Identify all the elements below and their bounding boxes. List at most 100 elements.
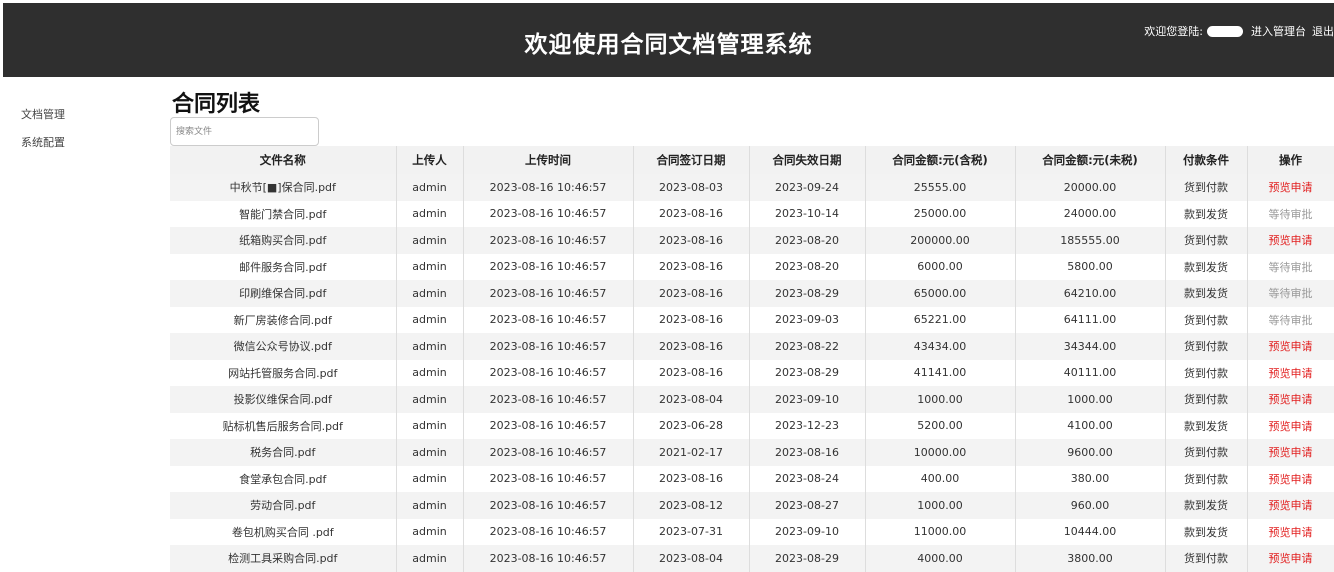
col-upload-time: 2023-08-16 10:46:57 [463, 412, 634, 439]
col-amount-notax: 20000.00 [1015, 174, 1166, 201]
col-expire-date: 2023-08-29 [749, 545, 866, 572]
col-filename: 纸箱购买合同.pdf [170, 227, 397, 254]
col-payment-terms: 货到付款 [1165, 306, 1248, 333]
preview-request-link[interactable]: 预览申请 [1247, 174, 1334, 201]
pending-approval-status: 等待审批 [1247, 280, 1334, 307]
col-upload-time: 2023-08-16 10:46:57 [463, 174, 634, 201]
col-amount-notax: 24000.00 [1015, 200, 1166, 227]
col-uploader: admin [396, 412, 464, 439]
col-amount-tax: 25000.00 [865, 200, 1016, 227]
col-amount-tax: 25555.00 [865, 174, 1016, 201]
col-amount-notax: 380.00 [1015, 465, 1166, 492]
col-payment-terms: 货到付款 [1165, 174, 1248, 201]
col-sign-date: 2023-07-31 [633, 518, 750, 545]
col-filename: 邮件服务合同.pdf [170, 253, 397, 280]
preview-request-link[interactable]: 预览申请 [1247, 333, 1334, 360]
col-amount-notax: 64210.00 [1015, 280, 1166, 307]
preview-request-link[interactable]: 预览申请 [1247, 359, 1334, 386]
col-expire-date: 2023-08-24 [749, 465, 866, 492]
col-upload-time: 2023-08-16 10:46:57 [463, 280, 634, 307]
sidebar-item-settings[interactable]: 系统配置 [21, 134, 65, 150]
col-upload-time: 2023-08-16 10:46:57 [463, 465, 634, 492]
col-amount-tax: 1000.00 [865, 492, 1016, 519]
col-amount-tax: 1000.00 [865, 386, 1016, 413]
col-sign-date: 2023-08-16 [633, 227, 750, 254]
col-uploader: admin [396, 359, 464, 386]
header-bar: 欢迎使用合同文档管理系统 欢迎您登陆: 进入管理台 退出 [3, 3, 1334, 77]
col-upload-time: 2023-08-16 10:46:57 [463, 545, 634, 572]
col-sign-date: 2021-02-17 [633, 439, 750, 466]
col-amount-notax: 10444.00 [1015, 518, 1166, 545]
preview-request-link[interactable]: 预览申请 [1247, 386, 1334, 413]
col-upload-time: 2023-08-16 10:46:57 [463, 386, 634, 413]
col-upload-time: 2023-08-16 10:46:57 [463, 227, 634, 254]
preview-request-link[interactable]: 预览申请 [1247, 545, 1334, 572]
user-area: 欢迎您登陆: 进入管理台 退出 [1144, 23, 1334, 39]
table-body: 中秋节[■]保合同.pdf admin 2023-08-16 10:46:57 202… [170, 174, 1334, 572]
col-filename: 贴标机售后服务合同.pdf [170, 412, 397, 439]
preview-request-link[interactable]: 预览申请 [1247, 518, 1334, 545]
admin-console-link[interactable]: 进入管理台 [1251, 23, 1306, 39]
table-row: 智能门禁合同.pdf admin 2023-08-16 10:46:57 2023-0… [170, 200, 1334, 227]
table-row: 邮件服务合同.pdf admin 2023-08-16 10:46:57 2023-0… [170, 253, 1334, 280]
search-input[interactable] [170, 117, 319, 146]
table-row: 微信公众号协议.pdf admin 2023-08-16 10:46:57 2023-… [170, 333, 1334, 360]
pending-approval-status: 等待审批 [1247, 253, 1334, 280]
table-row: 投影仪维保合同.pdf admin 2023-08-16 10:46:57 2023-… [170, 386, 1334, 413]
col-expire-date: 2023-10-14 [749, 200, 866, 227]
col-payment-terms: 款到发货 [1165, 518, 1248, 545]
table-row: 劳动合同.pdf admin 2023-08-16 10:46:57 2023-08-… [170, 492, 1334, 519]
col-amount-tax: 400.00 [865, 465, 1016, 492]
col-filename: 网站托管服务合同.pdf [170, 359, 397, 386]
col-sign-date: 2023-08-12 [633, 492, 750, 519]
col-payment-terms: 款到发货 [1165, 492, 1248, 519]
col-uploader-header: 上传人 [396, 146, 464, 174]
col-uploader: admin [396, 386, 464, 413]
preview-request-link[interactable]: 预览申请 [1247, 492, 1334, 519]
col-upload-time: 2023-08-16 10:46:57 [463, 200, 634, 227]
col-uploader: admin [396, 545, 464, 572]
col-upload-time: 2023-08-16 10:46:57 [463, 306, 634, 333]
preview-request-link[interactable]: 预览申请 [1247, 439, 1334, 466]
col-uploader: admin [396, 492, 464, 519]
col-expire-date: 2023-08-27 [749, 492, 866, 519]
col-uploader: admin [396, 200, 464, 227]
col-amount-tax: 65000.00 [865, 280, 1016, 307]
col-uploader: admin [396, 280, 464, 307]
col-amount-notax: 40111.00 [1015, 359, 1166, 386]
preview-request-link[interactable]: 预览申请 [1247, 465, 1334, 492]
col-amount-tax: 43434.00 [865, 333, 1016, 360]
col-amount-notax: 5800.00 [1015, 253, 1166, 280]
col-uploader: admin [396, 227, 464, 254]
col-sign-date: 2023-08-16 [633, 333, 750, 360]
col-amount-tax: 65221.00 [865, 306, 1016, 333]
col-upload-time-header: 上传时间 [463, 146, 634, 174]
col-uploader: admin [396, 465, 464, 492]
table-header-row: 文件名称 上传人 上传时间 合同签订日期 合同失效日期 合同金额:元(含税) 合同金额:元(… [170, 146, 1334, 174]
preview-request-link[interactable]: 预览申请 [1247, 227, 1334, 254]
table-row: 纸箱购买合同.pdf admin 2023-08-16 10:46:57 2023-0… [170, 227, 1334, 254]
col-expire-date: 2023-08-29 [749, 359, 866, 386]
col-payment-terms: 货到付款 [1165, 545, 1248, 572]
logout-link[interactable]: 退出 [1312, 23, 1334, 39]
col-amount-notax: 9600.00 [1015, 439, 1166, 466]
preview-request-link[interactable]: 预览申请 [1247, 412, 1334, 439]
table-row: 卷包机购买合同 .pdf admin 2023-08-16 10:46:57 2023… [170, 518, 1334, 545]
col-sign-date: 2023-08-04 [633, 386, 750, 413]
col-expire-date: 2023-08-22 [749, 333, 866, 360]
col-payment-terms: 货到付款 [1165, 465, 1248, 492]
table-row: 印刷维保合同.pdf admin 2023-08-16 10:46:57 2023-0… [170, 280, 1334, 307]
col-filename: 印刷维保合同.pdf [170, 280, 397, 307]
col-expire-date: 2023-08-16 [749, 439, 866, 466]
col-amount-notax: 1000.00 [1015, 386, 1166, 413]
col-amount-tax-header: 合同金额:元(含税) [865, 146, 1016, 174]
col-filename: 新厂房装修合同.pdf [170, 306, 397, 333]
page-title: 合同列表 [172, 92, 261, 117]
col-filename: 税务合同.pdf [170, 439, 397, 466]
sidebar-item-documents[interactable]: 文档管理 [21, 106, 65, 122]
col-sign-date: 2023-08-16 [633, 253, 750, 280]
col-amount-tax: 6000.00 [865, 253, 1016, 280]
contract-table-wrap: 文件名称 上传人 上传时间 合同签订日期 合同失效日期 合同金额:元(含税) 合同金额:元(… [170, 146, 1334, 572]
col-filename-header: 文件名称 [170, 146, 397, 174]
col-expire-date: 2023-08-29 [749, 280, 866, 307]
